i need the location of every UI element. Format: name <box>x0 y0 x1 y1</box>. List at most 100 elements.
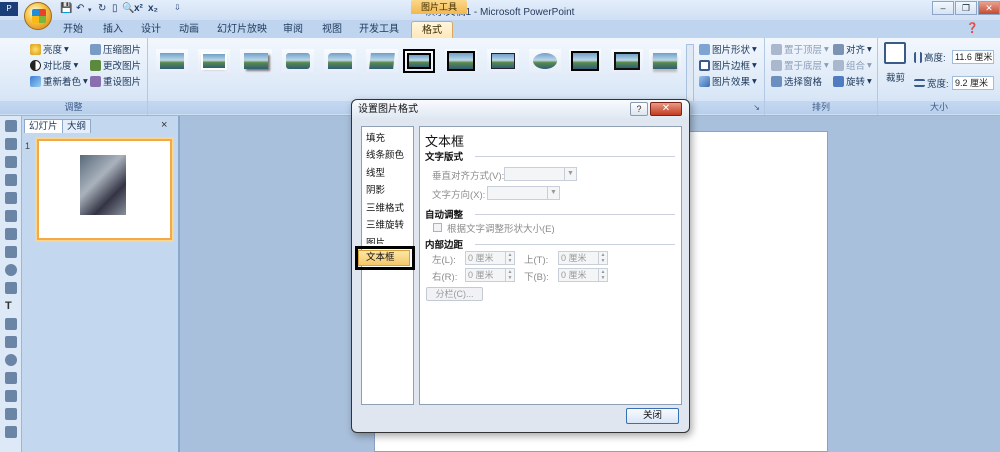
tab-home[interactable]: 开始 <box>56 21 90 38</box>
group-button[interactable]: 组合 ▾ <box>833 58 872 72</box>
picture-style-option[interactable] <box>324 49 356 73</box>
dialog-help-button[interactable]: ? <box>630 102 648 116</box>
drawing-toolbar: T <box>0 116 22 452</box>
picture-style-option[interactable] <box>649 49 681 73</box>
nav-3d-rotation[interactable]: 三维旋转 <box>366 219 404 233</box>
line-tool-icon[interactable] <box>5 318 17 330</box>
picture-shape-button[interactable]: 图片形状 ▾ <box>699 42 757 56</box>
brightness-button[interactable]: 亮度 ▾ <box>30 42 69 56</box>
tab-review[interactable]: 审阅 <box>276 21 310 38</box>
recolor-button[interactable]: 重新着色 ▾ <box>30 74 88 88</box>
spinner-arrows-icon[interactable]: ▲ ▼ <box>505 269 514 281</box>
dialog-close-button[interactable]: ✕ <box>650 102 682 116</box>
circle-tool-icon[interactable] <box>5 354 17 366</box>
columns-button[interactable]: 分栏(C)... <box>426 287 483 301</box>
top-margin-input[interactable]: 0 厘米 ▲ ▼ <box>558 251 608 265</box>
spinner-arrows-icon[interactable]: ▲ ▼ <box>505 252 514 264</box>
bottom-margin-label: 下(B): <box>524 272 549 283</box>
picture-effects-button[interactable]: 图片效果 ▾ <box>699 74 757 88</box>
nav-text-box-selected[interactable]: 文本框 <box>358 250 410 266</box>
pen-tool-icon[interactable] <box>5 156 17 168</box>
left-margin-input[interactable]: 0 厘米 ▲ ▼ <box>465 251 515 265</box>
close-button[interactable]: 关闭 <box>626 408 679 424</box>
tab-design[interactable]: 设计 <box>134 21 168 38</box>
right-margin-input[interactable]: 0 厘米 ▲ ▼ <box>465 268 515 282</box>
search-tool-icon[interactable] <box>5 426 17 438</box>
fill-tool-icon[interactable] <box>5 228 17 240</box>
nav-3d-format[interactable]: 三维格式 <box>366 202 404 216</box>
text-direction-select[interactable]: ▼ <box>487 186 560 200</box>
brush-tool-icon[interactable] <box>5 174 17 186</box>
nav-fill[interactable]: 填充 <box>366 132 385 146</box>
minimize-button[interactable]: – <box>932 1 954 15</box>
highlighter-tool-icon[interactable] <box>5 192 17 204</box>
tab-slides[interactable]: 幻灯片 <box>24 119 63 133</box>
picture-style-option[interactable] <box>156 49 188 73</box>
compress-pictures-button[interactable]: 压缩图片 <box>90 42 141 56</box>
compress-label: 压缩图片 <box>103 45 142 56</box>
picture-style-option[interactable] <box>366 49 398 73</box>
tab-developer[interactable]: 开发工具 <box>356 21 402 38</box>
picture-style-option[interactable] <box>529 49 561 73</box>
help-icon[interactable]: ❓ <box>966 23 978 34</box>
close-pane-icon[interactable]: × <box>161 119 167 131</box>
close-window-button[interactable]: ✕ <box>978 1 1000 15</box>
ellipse-tool-icon[interactable] <box>5 264 17 276</box>
tab-outline[interactable]: 大纲 <box>62 119 92 133</box>
nav-line-style[interactable]: 线型 <box>366 167 385 181</box>
picture-style-option[interactable] <box>611 49 643 73</box>
reset-picture-button[interactable]: 重设图片 <box>90 74 141 88</box>
rotate-button[interactable]: 旋转 ▾ <box>833 74 872 88</box>
width-input[interactable]: 9.2 厘米 <box>952 76 994 90</box>
pencil-tool-icon[interactable] <box>5 282 17 294</box>
sun-icon <box>30 43 41 55</box>
office-button[interactable] <box>24 2 52 30</box>
hand-tool-icon[interactable] <box>5 408 17 420</box>
text-tool-icon[interactable]: T <box>5 300 17 312</box>
crop-label[interactable]: 裁剪 <box>886 70 905 84</box>
picture-style-option[interactable] <box>487 49 519 73</box>
picture-style-option[interactable] <box>240 49 272 73</box>
spinner-arrows-icon[interactable]: ▲ ▼ <box>598 252 607 264</box>
tab-insert[interactable]: 插入 <box>96 21 130 38</box>
picture-style-option[interactable] <box>445 49 477 73</box>
contrast-button[interactable]: 对比度 ▾ <box>30 58 78 72</box>
nav-picture[interactable]: 图片 <box>366 236 385 244</box>
link-tool-icon[interactable] <box>5 372 17 384</box>
pane-splitter[interactable] <box>178 116 180 452</box>
crop-icon[interactable] <box>884 42 906 64</box>
arrow-tool-icon[interactable] <box>5 336 17 348</box>
bottom-margin-input[interactable]: 0 厘米 ▲ ▼ <box>558 268 608 282</box>
selection-pane-button[interactable]: 选择窗格 <box>771 74 822 88</box>
send-to-back-button[interactable]: 置于底层 ▾ <box>771 58 829 72</box>
picture-border-button[interactable]: 图片边框 ▾ <box>699 58 757 72</box>
rotate-tool-icon[interactable] <box>5 210 17 222</box>
picture-style-option[interactable] <box>403 49 435 73</box>
slide-thumbnail-picture <box>80 155 126 215</box>
picture-style-option[interactable] <box>198 49 230 73</box>
bring-to-front-button[interactable]: 置于顶层 ▾ <box>771 42 829 56</box>
picture-style-option[interactable] <box>282 49 314 73</box>
picture-style-option[interactable] <box>569 49 601 73</box>
settings-panel: 文本框 文字版式 垂直对齐方式(V): ▼ 文字方向(X): ▼ 自动调整 根据… <box>419 126 682 405</box>
tab-slide-show[interactable]: 幻灯片放映 <box>214 21 270 38</box>
zoom-tool-icon[interactable] <box>5 390 17 402</box>
change-picture-button[interactable]: 更改图片 <box>90 58 141 72</box>
tab-format[interactable]: 格式 <box>411 21 453 38</box>
select-tool-icon[interactable] <box>5 120 17 132</box>
crop-tool-icon[interactable] <box>5 138 17 150</box>
tab-animations[interactable]: 动画 <box>172 21 206 38</box>
autofit-checkbox[interactable] <box>433 223 442 232</box>
nav-shadow[interactable]: 阴影 <box>366 184 385 198</box>
height-input[interactable]: 11.6 厘米 <box>952 50 994 64</box>
dialog-launcher-icon[interactable]: ↘ <box>753 101 760 114</box>
nav-line-color[interactable]: 线条颜色 <box>366 149 404 163</box>
restore-button[interactable]: ❐ <box>955 1 977 15</box>
chevron-down-icon: ▼ <box>547 187 559 199</box>
eraser-tool-icon[interactable] <box>5 246 17 258</box>
spinner-arrows-icon[interactable]: ▲ ▼ <box>598 269 607 281</box>
tab-view[interactable]: 视图 <box>315 21 349 38</box>
vertical-align-select[interactable]: ▼ <box>504 167 577 181</box>
align-button[interactable]: 对齐 ▾ <box>833 42 872 56</box>
align-icon <box>833 43 844 55</box>
